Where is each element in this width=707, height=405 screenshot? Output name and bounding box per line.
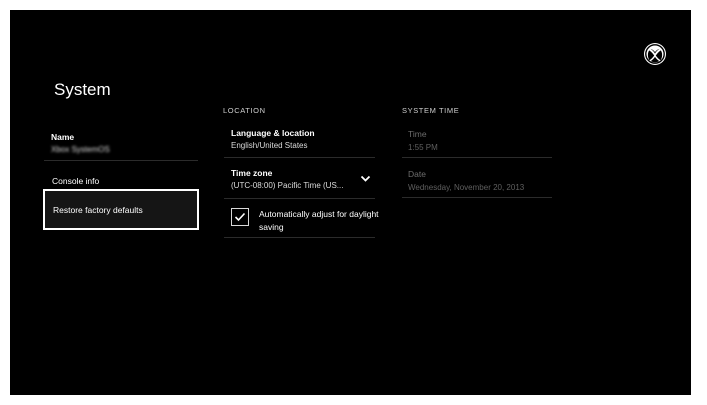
location-heading: LOCATION xyxy=(223,106,266,115)
daylight-saving-label: Automatically adjust for daylight saving xyxy=(259,209,379,232)
system-time-heading: SYSTEM TIME xyxy=(402,106,460,115)
language-location-item[interactable]: Language & location English/United State… xyxy=(224,116,375,158)
console-info-label: Console info xyxy=(52,176,100,186)
name-row[interactable]: Name Xbox SystemOS xyxy=(44,120,198,161)
name-label: Name xyxy=(51,132,75,142)
language-location-label: Language & location xyxy=(231,128,315,138)
time-label: Time xyxy=(408,129,427,139)
chevron-down-icon xyxy=(360,170,371,188)
time-row: Time 1:55 PM xyxy=(402,118,552,158)
daylight-saving-checkbox-row[interactable]: Automatically adjust for daylight saving xyxy=(224,199,379,238)
console-name-value: Xbox SystemOS xyxy=(51,145,110,154)
time-zone-label: Time zone xyxy=(231,168,273,178)
restore-factory-defaults-label: Restore factory defaults xyxy=(53,205,143,215)
xbox-logo-icon xyxy=(644,43,666,65)
daylight-saving-checkbox[interactable] xyxy=(231,208,249,226)
page-title: System xyxy=(54,80,111,99)
restore-factory-defaults-button[interactable]: Restore factory defaults xyxy=(43,189,199,230)
date-label: Date xyxy=(408,169,426,179)
checkmark-icon xyxy=(234,212,246,222)
console-screen: System Name Xbox SystemOS Console info R… xyxy=(10,10,691,395)
time-zone-value: (UTC-08:00) Pacific Time (US... xyxy=(231,181,344,190)
date-row: Date Wednesday, November 20, 2013 xyxy=(402,158,552,198)
date-value: Wednesday, November 20, 2013 xyxy=(408,183,525,192)
time-value: 1:55 PM xyxy=(408,143,438,152)
language-location-value: English/United States xyxy=(231,141,308,150)
time-zone-dropdown[interactable]: Time zone (UTC-08:00) Pacific Time (US..… xyxy=(224,158,375,199)
